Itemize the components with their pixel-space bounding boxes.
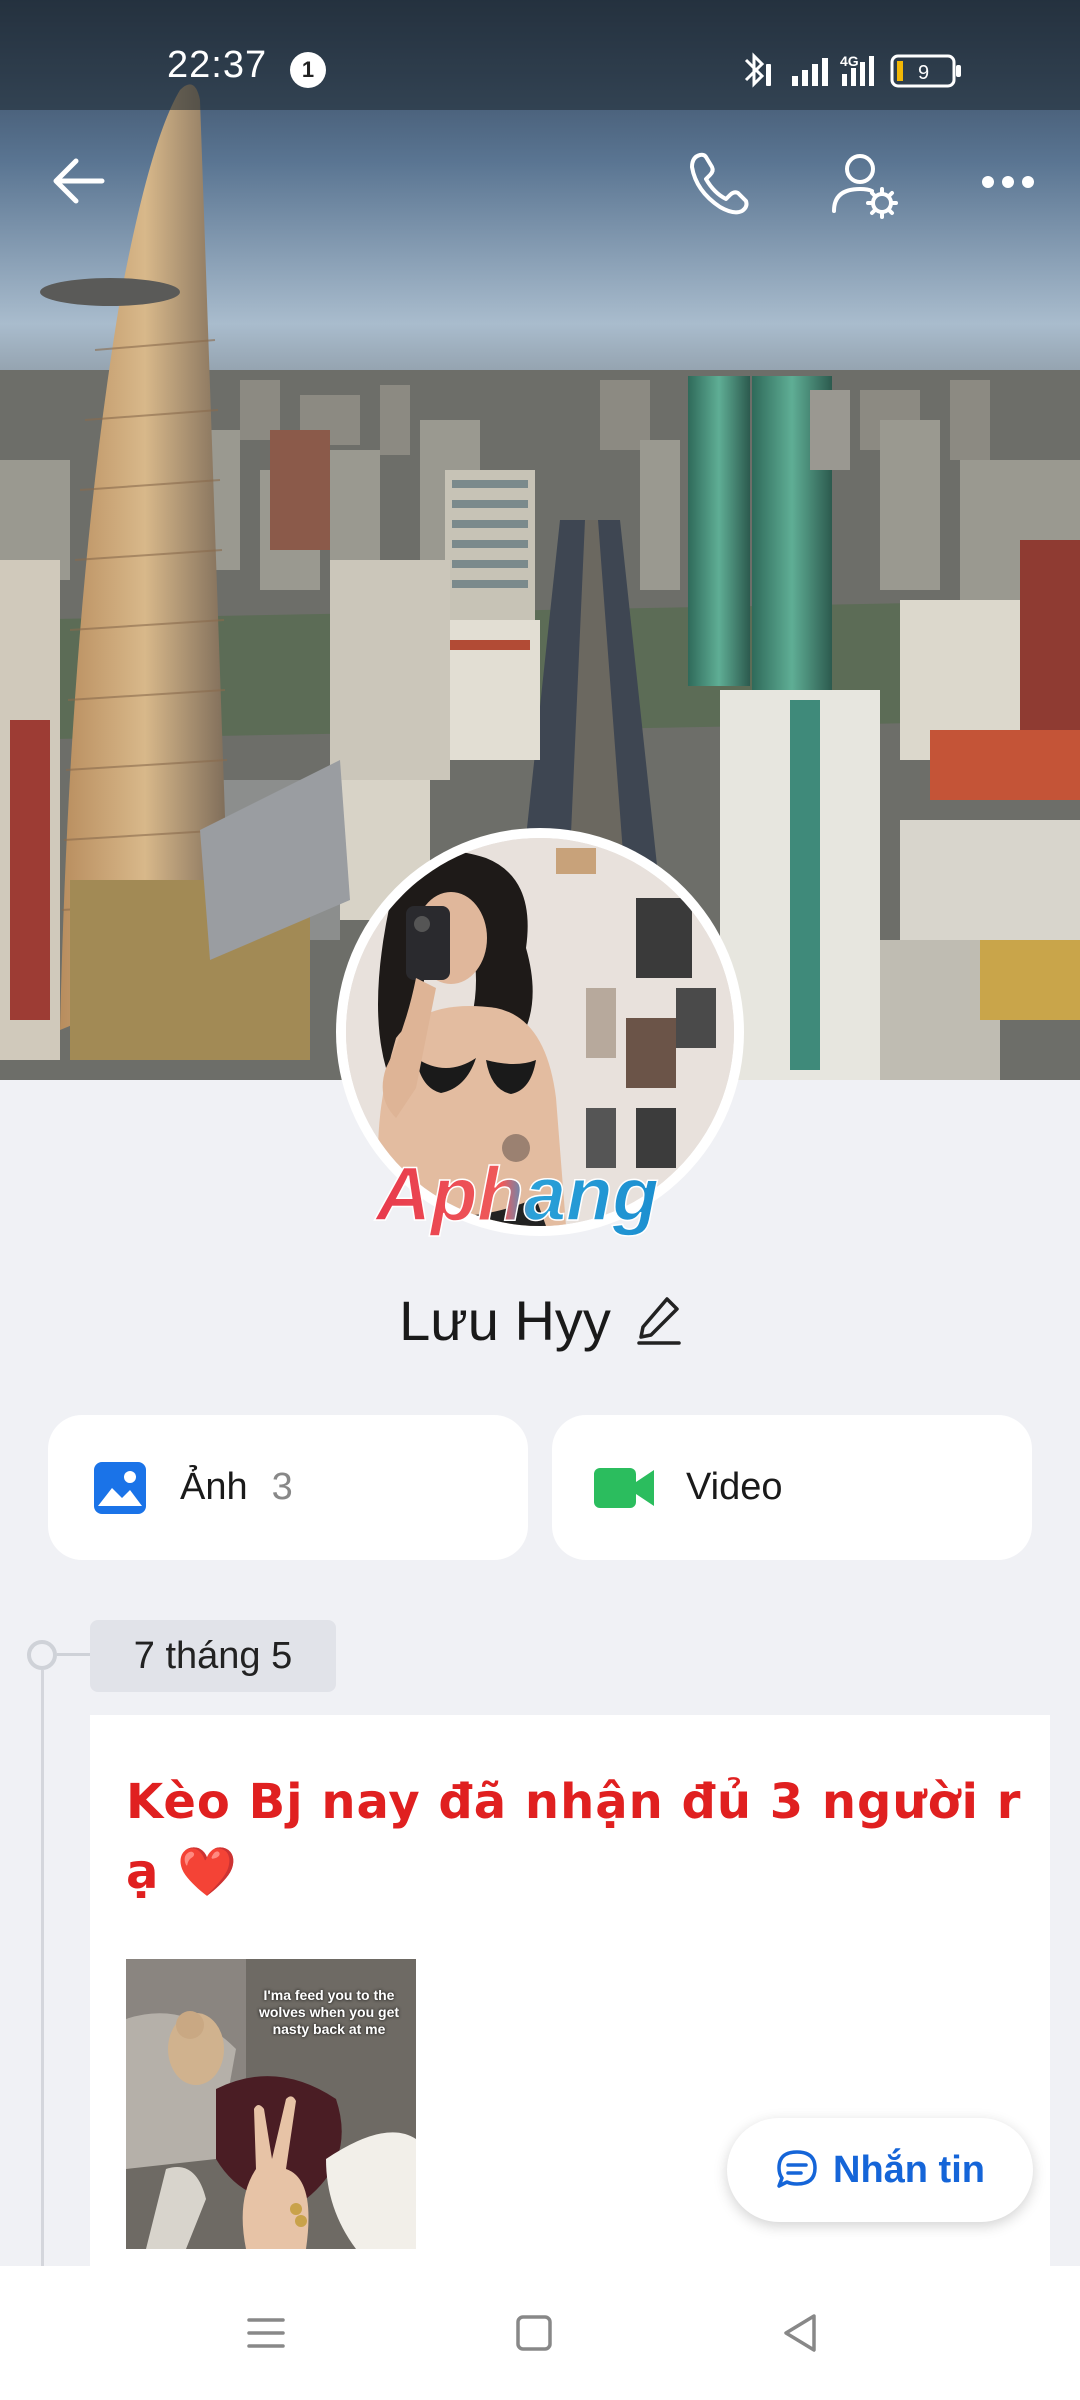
profile-name-row: Lưu Hyy xyxy=(0,1280,1080,1360)
photos-card[interactable]: Ảnh 3 xyxy=(48,1415,528,1560)
profile-name: Lưu Hyy xyxy=(399,1288,611,1352)
photos-label: Ảnh xyxy=(180,1466,248,1508)
timeline-line xyxy=(41,1670,44,2270)
timeline-connector xyxy=(57,1653,91,1656)
video-label: Video xyxy=(686,1466,783,1508)
watermark-logo: Aphang xyxy=(373,1151,659,1238)
signal-icon xyxy=(792,58,828,86)
back-triangle-icon[interactable] xyxy=(776,2308,826,2358)
call-button[interactable] xyxy=(680,145,760,225)
send-message-label: Nhắn tin xyxy=(833,2148,985,2191)
status-bar: 22:37 1 4G 9 xyxy=(0,0,1080,110)
image-icon xyxy=(94,1461,146,1514)
videos-card[interactable]: Video xyxy=(552,1415,1032,1560)
timeline-date: 7 tháng 5 xyxy=(90,1620,336,1692)
recent-apps-icon[interactable] xyxy=(241,2308,291,2358)
user-settings-icon xyxy=(832,154,898,219)
clock: 22:37 xyxy=(167,44,268,86)
post-text: Kèo Bj nay đã nhận đủ 3 người r ạ ❤️ xyxy=(126,1774,1022,1900)
arrow-left-icon xyxy=(53,158,105,204)
timeline-dot xyxy=(27,1640,57,1670)
svg-text:9: 9 xyxy=(918,62,929,84)
send-message-button[interactable]: Nhắn tin xyxy=(727,2118,1033,2222)
more-options-button[interactable] xyxy=(968,145,1048,225)
bluetooth-icon xyxy=(744,52,765,88)
back-button[interactable] xyxy=(42,145,122,225)
profile-settings-button[interactable] xyxy=(824,145,904,225)
network-label: 4G xyxy=(840,53,859,69)
system-navigation-bar xyxy=(0,2266,1080,2400)
chat-bubble-icon xyxy=(777,2150,817,2188)
more-dots-icon xyxy=(982,176,1034,188)
meme-caption: I'ma feed you to the wolves when you get… xyxy=(258,1987,400,2037)
notification-badge: 1 xyxy=(290,52,326,88)
edit-pencil-icon[interactable] xyxy=(637,1295,681,1345)
phone-icon xyxy=(690,152,749,215)
post-image[interactable]: I'ma feed you to the wolves when you get… xyxy=(126,1959,416,2249)
video-camera-icon xyxy=(594,1467,654,1508)
status-icons: 4G 9 xyxy=(744,52,961,88)
home-icon[interactable] xyxy=(509,2308,559,2358)
battery-icon: 9 xyxy=(890,54,961,88)
photos-count: 3 xyxy=(271,1466,293,1508)
svg-text:Aphang: Aphang xyxy=(374,1152,659,1237)
